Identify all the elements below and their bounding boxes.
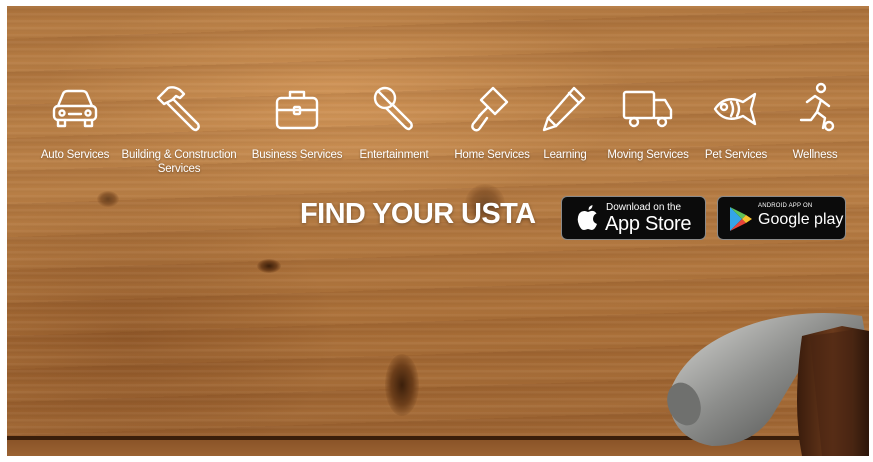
service-home[interactable]: Home Services [446,80,538,162]
wood-knot [385,354,419,416]
service-label: Building & Construction Services [121,149,237,175]
service-label: Business Services [251,149,343,161]
service-learning[interactable]: Learning [532,80,598,162]
service-building[interactable]: Building & Construction Services [121,80,237,176]
microphone-icon [373,86,413,131]
service-pet[interactable]: Pet Services [700,80,772,162]
tagline: FIND YOUR USTA [300,198,536,230]
service-label: Auto Services [40,149,110,161]
truck-icon [622,90,673,128]
car-icon [52,89,98,128]
service-label: Home Services [454,149,530,161]
pencil-icon [542,86,586,132]
wood-knot [97,191,119,207]
service-label: Moving Services [607,149,689,161]
service-label: Pet Services [704,149,768,161]
google-play-button[interactable]: ANDROID APP ON Google play [717,196,846,240]
hammer-icon [156,86,200,132]
fish-icon [713,92,757,126]
service-entertainment[interactable]: Entertainment [352,80,436,162]
google-play-big-text: Google play [758,211,844,228]
service-wellness[interactable]: Wellness [787,80,843,162]
service-label: Learning [543,149,587,161]
service-business[interactable]: Business Services [245,80,349,162]
service-moving[interactable]: Moving Services [604,80,692,162]
app-store-big-text: App Store [605,213,692,235]
wood-knot [257,259,281,273]
app-store-small-text: Download on the [606,202,682,213]
google-play-icon [730,207,752,231]
service-label: Wellness [792,149,838,161]
service-label: Entertainment [359,149,429,161]
runner-icon [799,82,835,132]
paint-roller-icon [471,86,509,132]
app-store-button[interactable]: Download on the App Store [561,196,706,240]
service-auto[interactable]: Auto Services [34,80,116,162]
briefcase-icon [275,90,319,130]
hammer-graphic [667,312,869,456]
google-play-small-text: ANDROID APP ON [758,203,813,209]
apple-icon [577,205,597,230]
